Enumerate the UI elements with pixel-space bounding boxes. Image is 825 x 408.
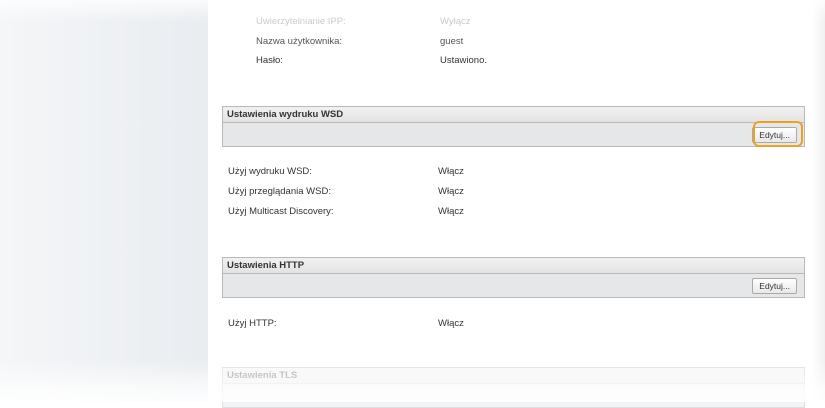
http-edit-button[interactable]: Edytuj... — [752, 278, 797, 294]
setting-value: Włącz — [438, 186, 464, 197]
setting-label: Użyj Multicast Discovery: — [228, 206, 334, 217]
setting-label: Użyj przeglądania WSD: — [228, 186, 331, 197]
http-section-header: Ustawienia HTTP — [222, 257, 805, 273]
tls-toolbar — [222, 383, 805, 408]
http-toolbar: Edytuj... — [222, 273, 805, 298]
setting-value: Ustawiono. — [440, 55, 487, 66]
tls-section-header: Ustawienia TLS — [222, 367, 805, 383]
setting-label: Hasło: — [256, 55, 283, 66]
setting-label: Użyj wydruku WSD: — [228, 166, 312, 177]
setting-label: Uwierzytelnianie IPP: — [256, 16, 346, 27]
setting-value: guest — [440, 36, 464, 47]
setting-label: Nazwa użytkownika: — [256, 36, 343, 47]
wsd-section-header: Ustawienia wydruku WSD — [222, 106, 805, 122]
scroll-edge — [812, 0, 825, 402]
setting-label: Użyj HTTP: — [228, 318, 277, 329]
left-navigation-panel — [0, 0, 208, 402]
setting-value: Wyłącz — [440, 16, 471, 27]
setting-value: Włącz — [438, 166, 464, 177]
wsd-edit-button[interactable]: Edytuj... — [752, 127, 797, 143]
settings-main-panel: Uwierzytelnianie IPP: Wyłącz Nazwa użytk… — [208, 0, 825, 408]
setting-value: Włącz — [438, 318, 464, 329]
wsd-toolbar: Edytuj... — [222, 121, 805, 147]
setting-value: Włącz — [438, 206, 464, 217]
